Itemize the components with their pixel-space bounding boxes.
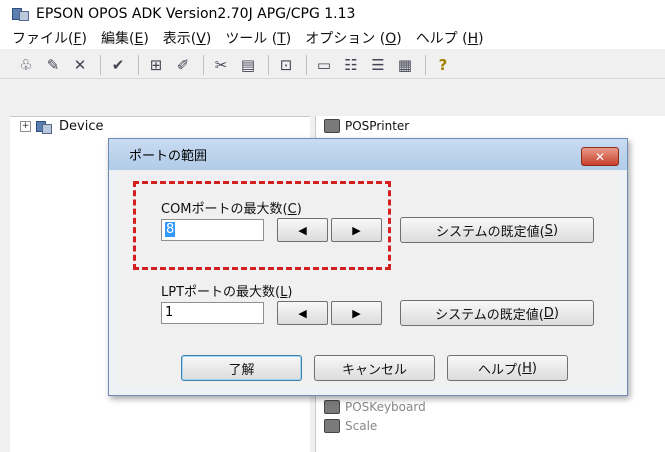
window-title: EPSON OPOS ADK Version2.70J APG/CPG 1.13 xyxy=(36,5,356,22)
close-button[interactable]: ✕ xyxy=(581,147,619,166)
edit-device-icon[interactable]: ✐ xyxy=(171,54,195,76)
lpt-decrease-button[interactable]: ◀ xyxy=(277,301,328,325)
list-item-label: POSPrinter xyxy=(345,119,410,133)
check-icon[interactable]: ✔ xyxy=(106,54,130,76)
help-icon[interactable]: ? xyxy=(431,54,455,76)
toolbar-separator xyxy=(100,54,101,75)
menu-view[interactable]: 表示(V) xyxy=(163,28,212,48)
connect-icon[interactable]: ♧ xyxy=(14,54,38,76)
com-port-highlight-box xyxy=(133,181,391,270)
large-icons-icon[interactable]: ▭ xyxy=(312,54,336,76)
scale-icon xyxy=(324,419,340,433)
menu-file[interactable]: ファイル(F) xyxy=(12,28,87,48)
menu-bar: ファイル(F) 編集(E) 表示(V) ツール (T) オプション (O) ヘル… xyxy=(0,27,665,49)
list-item-label: Scale xyxy=(345,419,378,433)
expand-icon[interactable]: + xyxy=(20,121,31,132)
menu-edit[interactable]: 編集(E) xyxy=(101,28,149,48)
cut-icon[interactable]: ✂ xyxy=(209,54,233,76)
lpt-increase-button[interactable]: ▶ xyxy=(331,301,382,325)
keyboard-icon xyxy=(324,400,340,414)
properties-icon[interactable]: ⊡ xyxy=(274,54,298,76)
toolbar-separator xyxy=(203,54,204,75)
help-button[interactable]: ヘルプ(H) xyxy=(447,355,568,381)
small-icons-icon[interactable]: ☷ xyxy=(339,54,363,76)
lpt-port-count-input[interactable]: 1 xyxy=(161,302,264,324)
device-icon xyxy=(36,120,53,134)
dialog-title: ポートの範囲 xyxy=(129,149,208,164)
list-view-icon[interactable]: ☰ xyxy=(366,54,390,76)
cancel-button[interactable]: キャンセル xyxy=(314,355,435,381)
tree-item-label: Device xyxy=(59,119,104,134)
ok-button[interactable]: 了解 xyxy=(181,355,302,381)
delete-icon[interactable]: ✕ xyxy=(68,54,92,76)
menu-help[interactable]: ヘルプ (H) xyxy=(416,28,484,48)
lpt-system-default-button[interactable]: システムの既定値(D) xyxy=(400,300,594,326)
toolbar-separator xyxy=(138,54,139,75)
app-icon xyxy=(12,6,30,22)
menu-tools[interactable]: ツール (T) xyxy=(225,28,291,48)
list-item-posprinter[interactable]: POSPrinter xyxy=(324,119,409,133)
toolbar: ♧ ✎ ✕ ✔ ⊞ ✐ ✂ ▤ ⊡ ▭ ☷ ☰ ▦ ? xyxy=(0,51,665,79)
tree-item-device[interactable]: + Device xyxy=(20,119,103,134)
title-bar: EPSON OPOS ADK Version2.70J APG/CPG 1.13 xyxy=(0,0,665,27)
details-view-icon[interactable]: ▦ xyxy=(393,54,417,76)
toolbar-separator xyxy=(425,54,426,75)
lpt-port-label: LPTポートの最大数(L) xyxy=(161,285,293,300)
add-device-icon[interactable]: ⊞ xyxy=(144,54,168,76)
printer-icon xyxy=(324,119,340,133)
list-item-scale[interactable]: Scale xyxy=(324,419,377,433)
dialog-title-bar: ポートの範囲 xyxy=(109,139,627,170)
com-system-default-button[interactable]: システムの既定値(S) xyxy=(400,217,594,243)
paste-icon[interactable]: ▤ xyxy=(236,54,260,76)
toolbar-separator xyxy=(306,54,307,75)
menu-options[interactable]: オプション (O) xyxy=(305,28,401,48)
toolbar-separator xyxy=(268,54,269,75)
list-item-poskeyboard[interactable]: POSKeyboard xyxy=(324,400,426,414)
list-item-label: POSKeyboard xyxy=(345,400,426,414)
wizard-icon[interactable]: ✎ xyxy=(41,54,65,76)
